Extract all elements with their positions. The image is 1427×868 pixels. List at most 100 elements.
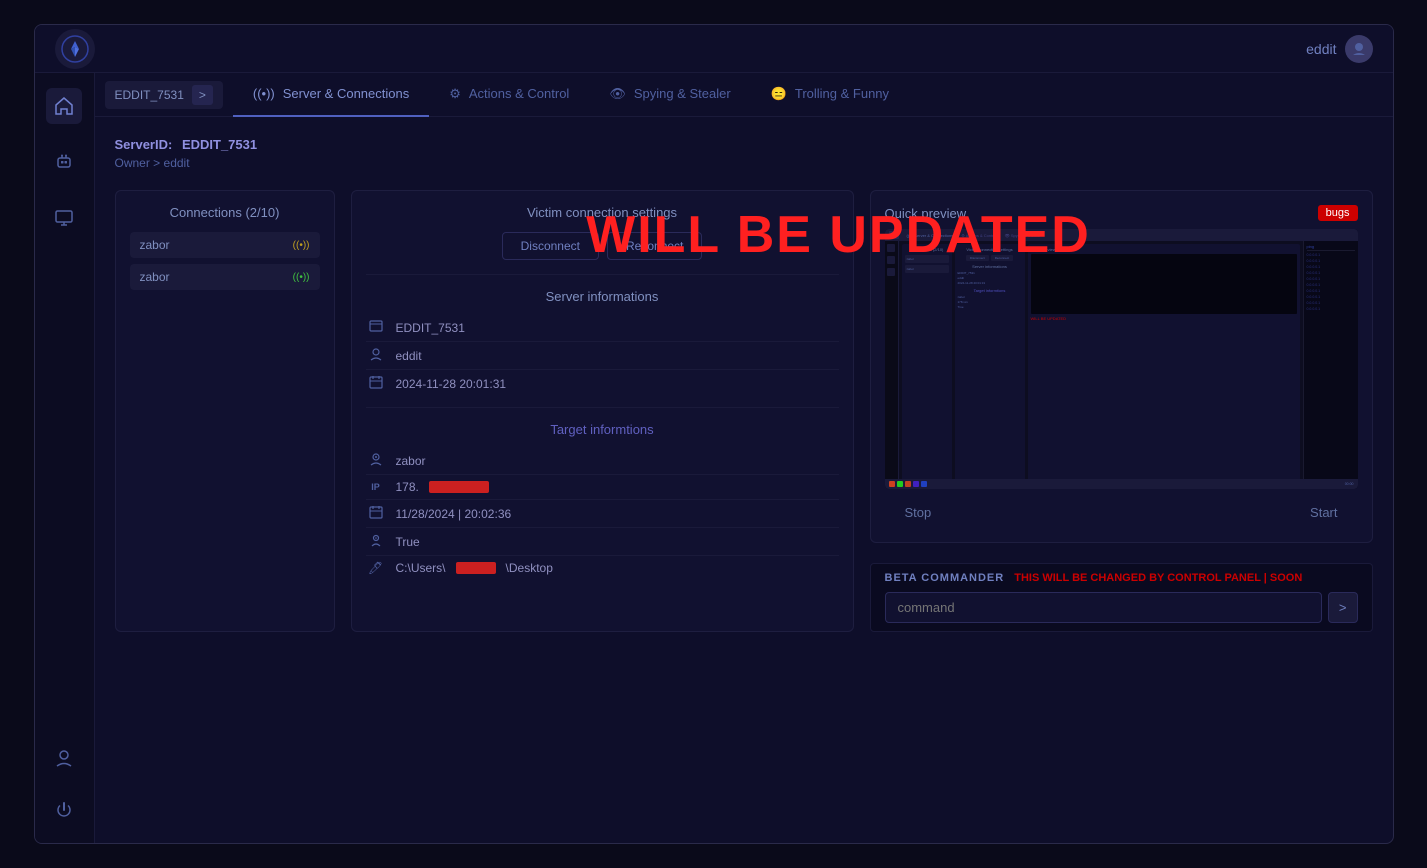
server-pill-id: EDDIT_7531 [115, 88, 184, 102]
main-window: eddit [34, 24, 1394, 844]
topbar-right: eddit [1306, 35, 1372, 63]
wrench-icon: ⚙ [449, 86, 461, 102]
server-name-icon [366, 319, 386, 336]
tab-trolling-funny[interactable]: 😑 Trolling & Funny [751, 73, 909, 117]
stop-button[interactable]: Stop [905, 505, 932, 520]
quick-preview-panel: Quick preview bugs ((•)) Server & Connec… [870, 190, 1373, 543]
connection-item-1[interactable]: zabor ((•)) [130, 232, 320, 258]
sidebar-item-monitor[interactable] [46, 200, 82, 236]
eye-icon: 👁 [609, 86, 626, 102]
server-id-line: ServerID: EDDIT_7531 [115, 137, 1373, 152]
target-user-icon [366, 452, 386, 469]
bugs-badge: bugs [1318, 205, 1358, 221]
target-username-value: zabor [396, 454, 426, 468]
start-button[interactable]: Start [1310, 505, 1337, 520]
quick-preview-title: Quick preview [885, 206, 967, 221]
target-date-row: 11/28/2024 | 20:02:36 [366, 500, 839, 528]
nav-tabs: EDDIT_7531 > ((•)) Server & Connections … [95, 73, 1393, 117]
target-info-section: Target informtions zabor IP 178. [366, 422, 839, 580]
server-info-section: Server informations EDDIT_7531 [366, 289, 839, 397]
logo-icon [55, 29, 95, 69]
reconnect-button[interactable]: Reconnect [607, 232, 702, 260]
connection-signal-1: ((•)) [293, 240, 310, 251]
connection-item-2[interactable]: zabor ((•)) [130, 264, 320, 290]
beta-commander-panel: BETA COMMANDER THIS WILL BE CHANGED BY C… [870, 563, 1373, 632]
target-username-row: zabor [366, 447, 839, 475]
breadcrumb: Owner > eddit [115, 156, 1373, 170]
beta-label: BETA COMMANDER [885, 572, 1005, 584]
tab-spying-stealer[interactable]: 👁 Spying & Stealer [589, 73, 750, 117]
sidebar-bottom [46, 740, 82, 828]
divider-2 [366, 407, 839, 408]
server-name-value: EDDIT_7531 [396, 321, 465, 335]
server-header: ServerID: EDDIT_7531 Owner > eddit [115, 137, 1373, 170]
screen-preview: ((•)) Server & Connections ⚙ Actions & C… [885, 229, 1358, 489]
victim-settings-title: Victim connection settings [366, 205, 839, 220]
ip-redacted [429, 481, 489, 493]
calendar-icon [366, 375, 386, 392]
cmd-row: > [885, 592, 1358, 623]
chevron-button[interactable]: > [192, 85, 213, 105]
server-name-row: EDDIT_7531 [366, 314, 839, 342]
target-path-prefix: C:\Users\ [396, 561, 446, 575]
tab-trolling-label: Trolling & Funny [795, 86, 889, 101]
sidebar-item-bots[interactable] [46, 144, 82, 180]
topbar: eddit [35, 25, 1393, 73]
preview-controls: Stop Start [885, 497, 1358, 528]
tab-server-connections-label: Server & Connections [283, 86, 409, 101]
disconnect-button[interactable]: Disconnect [502, 232, 599, 260]
target-ip-prefix: 178. [396, 480, 419, 494]
connections-panel: Connections (2/10) zabor ((•)) zabor ((•… [115, 190, 335, 632]
username-label: eddit [1306, 41, 1336, 57]
tab-spying-label: Spying & Stealer [634, 86, 731, 101]
sidebar-item-power[interactable] [46, 792, 82, 828]
content-area: EDDIT_7531 > ((•)) Server & Connections … [95, 73, 1393, 843]
preview-header: Quick preview bugs [885, 205, 1358, 221]
sidebar-item-home[interactable] [46, 88, 82, 124]
three-col-layout: Connections (2/10) zabor ((•)) zabor ((•… [115, 190, 1373, 632]
server-date-value: 2024-11-28 20:01:31 [396, 377, 507, 391]
cmd-send-button[interactable]: > [1328, 592, 1358, 623]
tab-actions-control[interactable]: ⚙ Actions & Control [429, 73, 589, 117]
target-path-suffix: \Desktop [506, 561, 553, 575]
beta-notice: THIS WILL BE CHANGED BY CONTROL PANEL | … [1014, 572, 1302, 584]
admin-icon [366, 533, 386, 550]
target-ip-row: IP 178. [366, 475, 839, 500]
server-owner-value: eddit [396, 349, 422, 363]
tab-server-connections-icon: ((•)) [253, 86, 275, 101]
avatar [1345, 35, 1373, 63]
sidebar-item-user[interactable] [46, 740, 82, 776]
ip-icon: IP [366, 482, 386, 492]
divider-1 [366, 274, 839, 275]
server-pill: EDDIT_7531 > [105, 81, 223, 109]
target-path-row: 🖊 C:\Users\ \Desktop [366, 556, 839, 580]
target-info-title: Target informtions [366, 422, 839, 437]
connection-name-2: zabor [140, 270, 170, 284]
server-id-value: EDDIT_7531 [182, 137, 257, 152]
face-icon: 😑 [771, 86, 787, 102]
tab-server-connections[interactable]: ((•)) Server & Connections [233, 73, 429, 117]
path-icon: 🖊 [366, 561, 386, 575]
sidebar [35, 73, 95, 843]
server-id-label: ServerID: [115, 137, 173, 152]
target-admin-value: True [396, 535, 420, 549]
path-redacted [456, 562, 496, 574]
owner-icon [366, 347, 386, 364]
right-column: Quick preview bugs ((•)) Server & Connec… [870, 190, 1373, 632]
connection-name-1: zabor [140, 238, 170, 252]
target-admin-row: True [366, 528, 839, 556]
tab-actions-label: Actions & Control [469, 86, 569, 101]
server-owner-row: eddit [366, 342, 839, 370]
target-date-value: 11/28/2024 | 20:02:36 [396, 507, 512, 521]
server-info-title: Server informations [366, 289, 839, 304]
page-content: ServerID: EDDIT_7531 Owner > eddit WILL … [95, 117, 1393, 843]
beta-header: BETA COMMANDER THIS WILL BE CHANGED BY C… [885, 572, 1358, 584]
connections-title: Connections (2/10) [130, 205, 320, 220]
target-calendar-icon [366, 505, 386, 522]
victim-btn-row: Disconnect Reconnect [366, 232, 839, 260]
connection-signal-2: ((•)) [293, 272, 310, 283]
command-input[interactable] [885, 592, 1322, 623]
victim-panel: Victim connection settings Disconnect Re… [351, 190, 854, 632]
server-date-row: 2024-11-28 20:01:31 [366, 370, 839, 397]
main-layout: EDDIT_7531 > ((•)) Server & Connections … [35, 73, 1393, 843]
